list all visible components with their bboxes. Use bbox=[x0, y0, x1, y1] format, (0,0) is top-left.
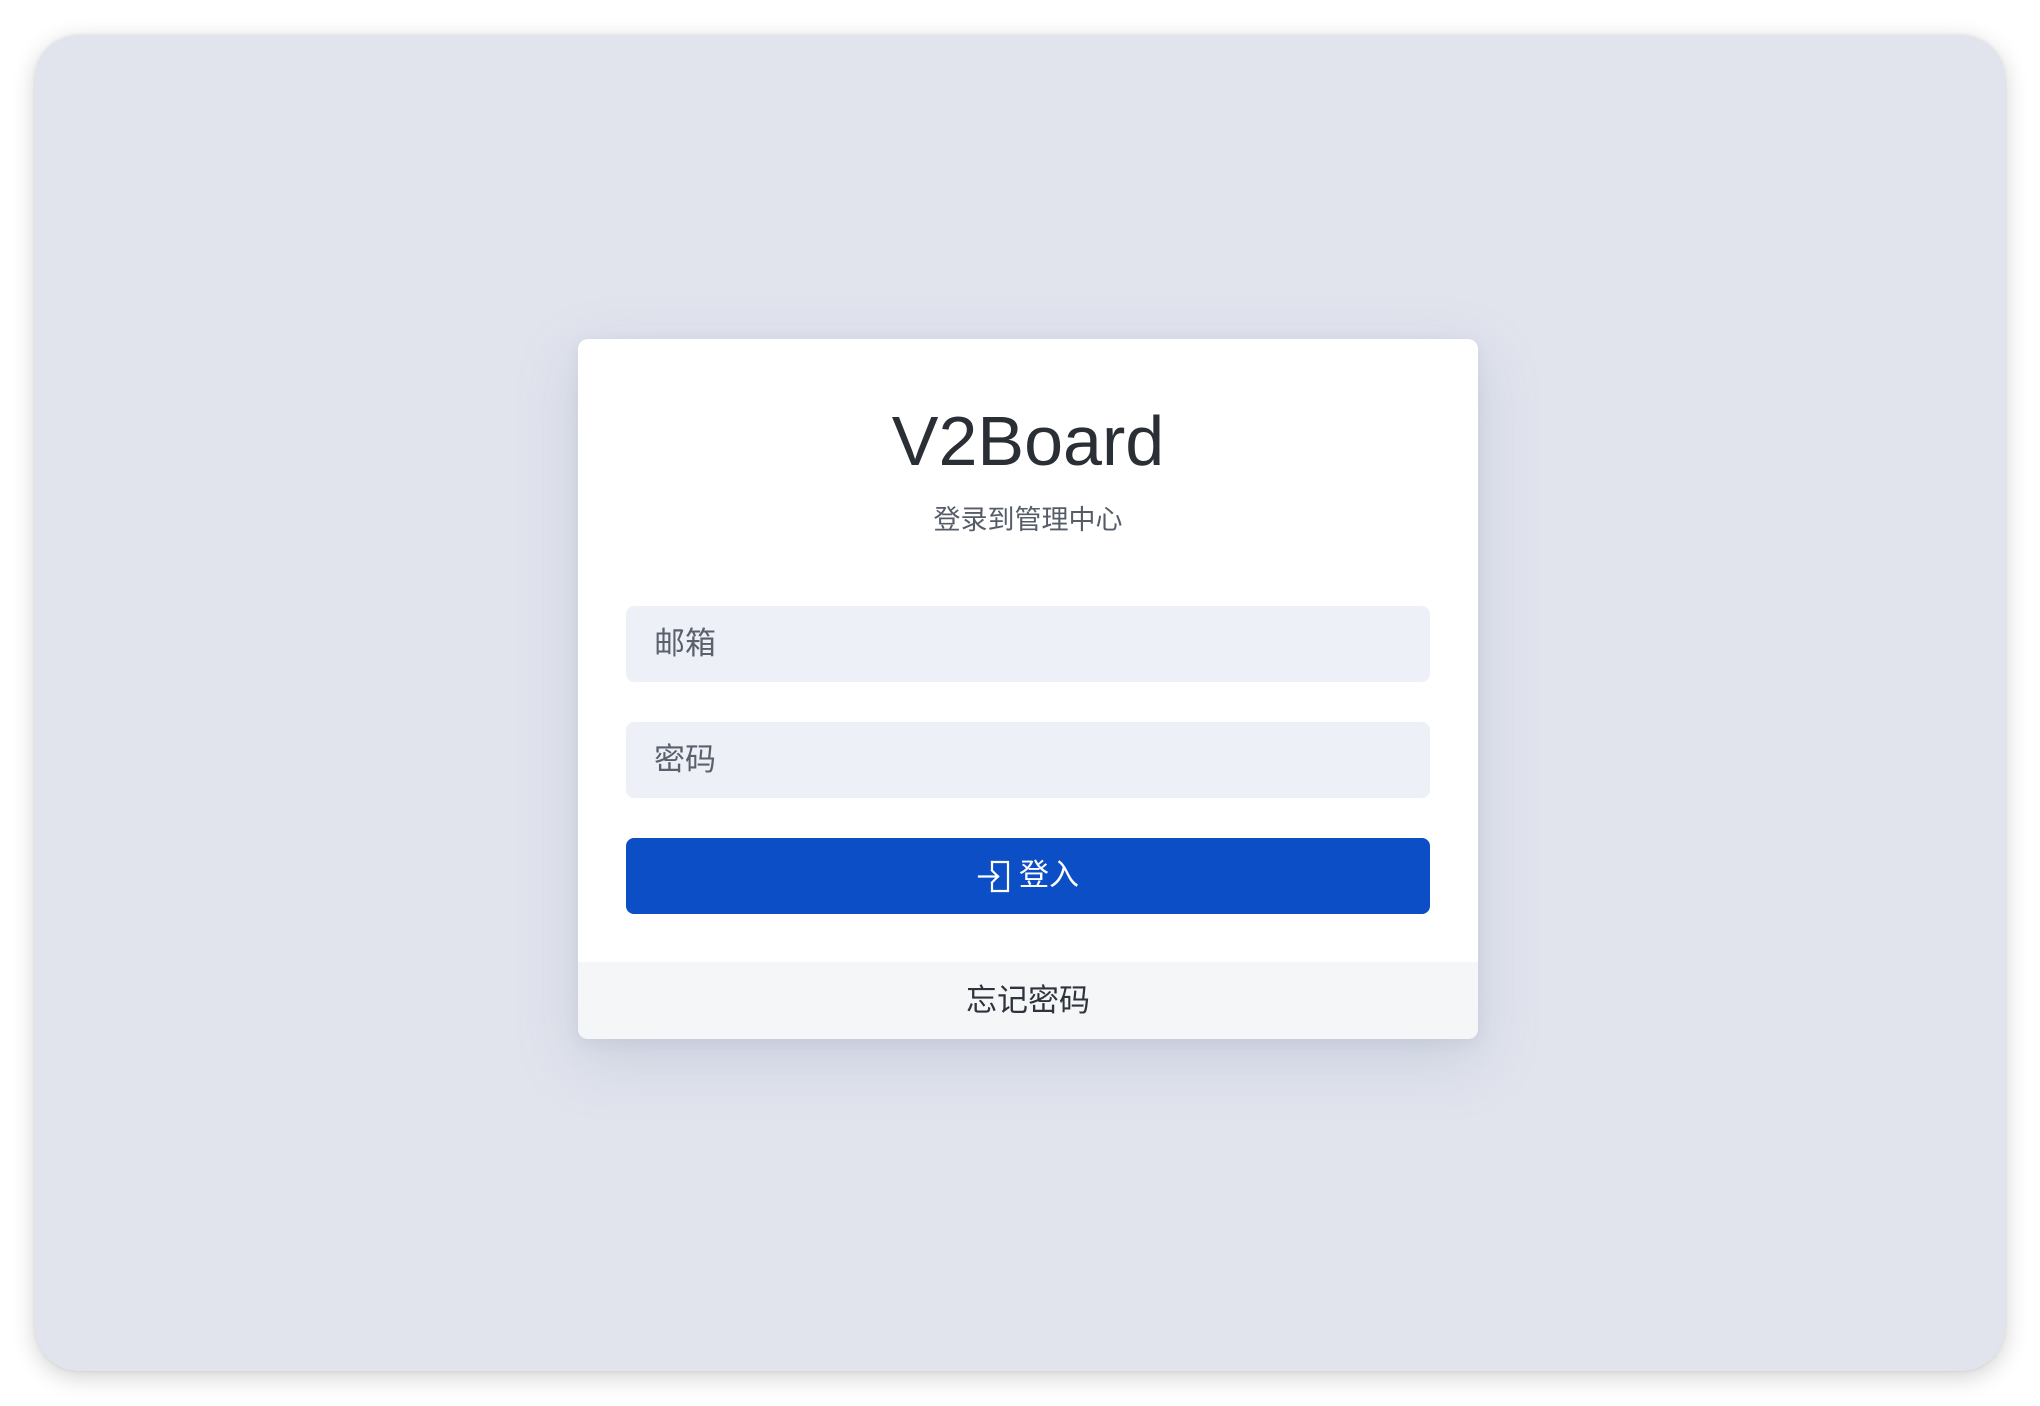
login-button[interactable]: 登入 bbox=[626, 838, 1430, 914]
password-field[interactable] bbox=[626, 722, 1430, 798]
email-field[interactable] bbox=[626, 606, 1430, 682]
forgot-password-link[interactable]: 忘记密码 bbox=[966, 981, 1090, 1021]
page-title: V2Board bbox=[891, 402, 1165, 480]
login-icon bbox=[977, 858, 1011, 894]
login-card-body: V2Board 登录到管理中心 登入 bbox=[578, 339, 1478, 962]
app-window: V2Board 登录到管理中心 登入 忘记密码 bbox=[35, 35, 2005, 1371]
login-card-footer: 忘记密码 bbox=[578, 962, 1478, 1039]
login-card: V2Board 登录到管理中心 登入 忘记密码 bbox=[578, 339, 1478, 1039]
page-subtitle: 登录到管理中心 bbox=[933, 505, 1123, 535]
login-button-label: 登入 bbox=[1019, 859, 1079, 892]
